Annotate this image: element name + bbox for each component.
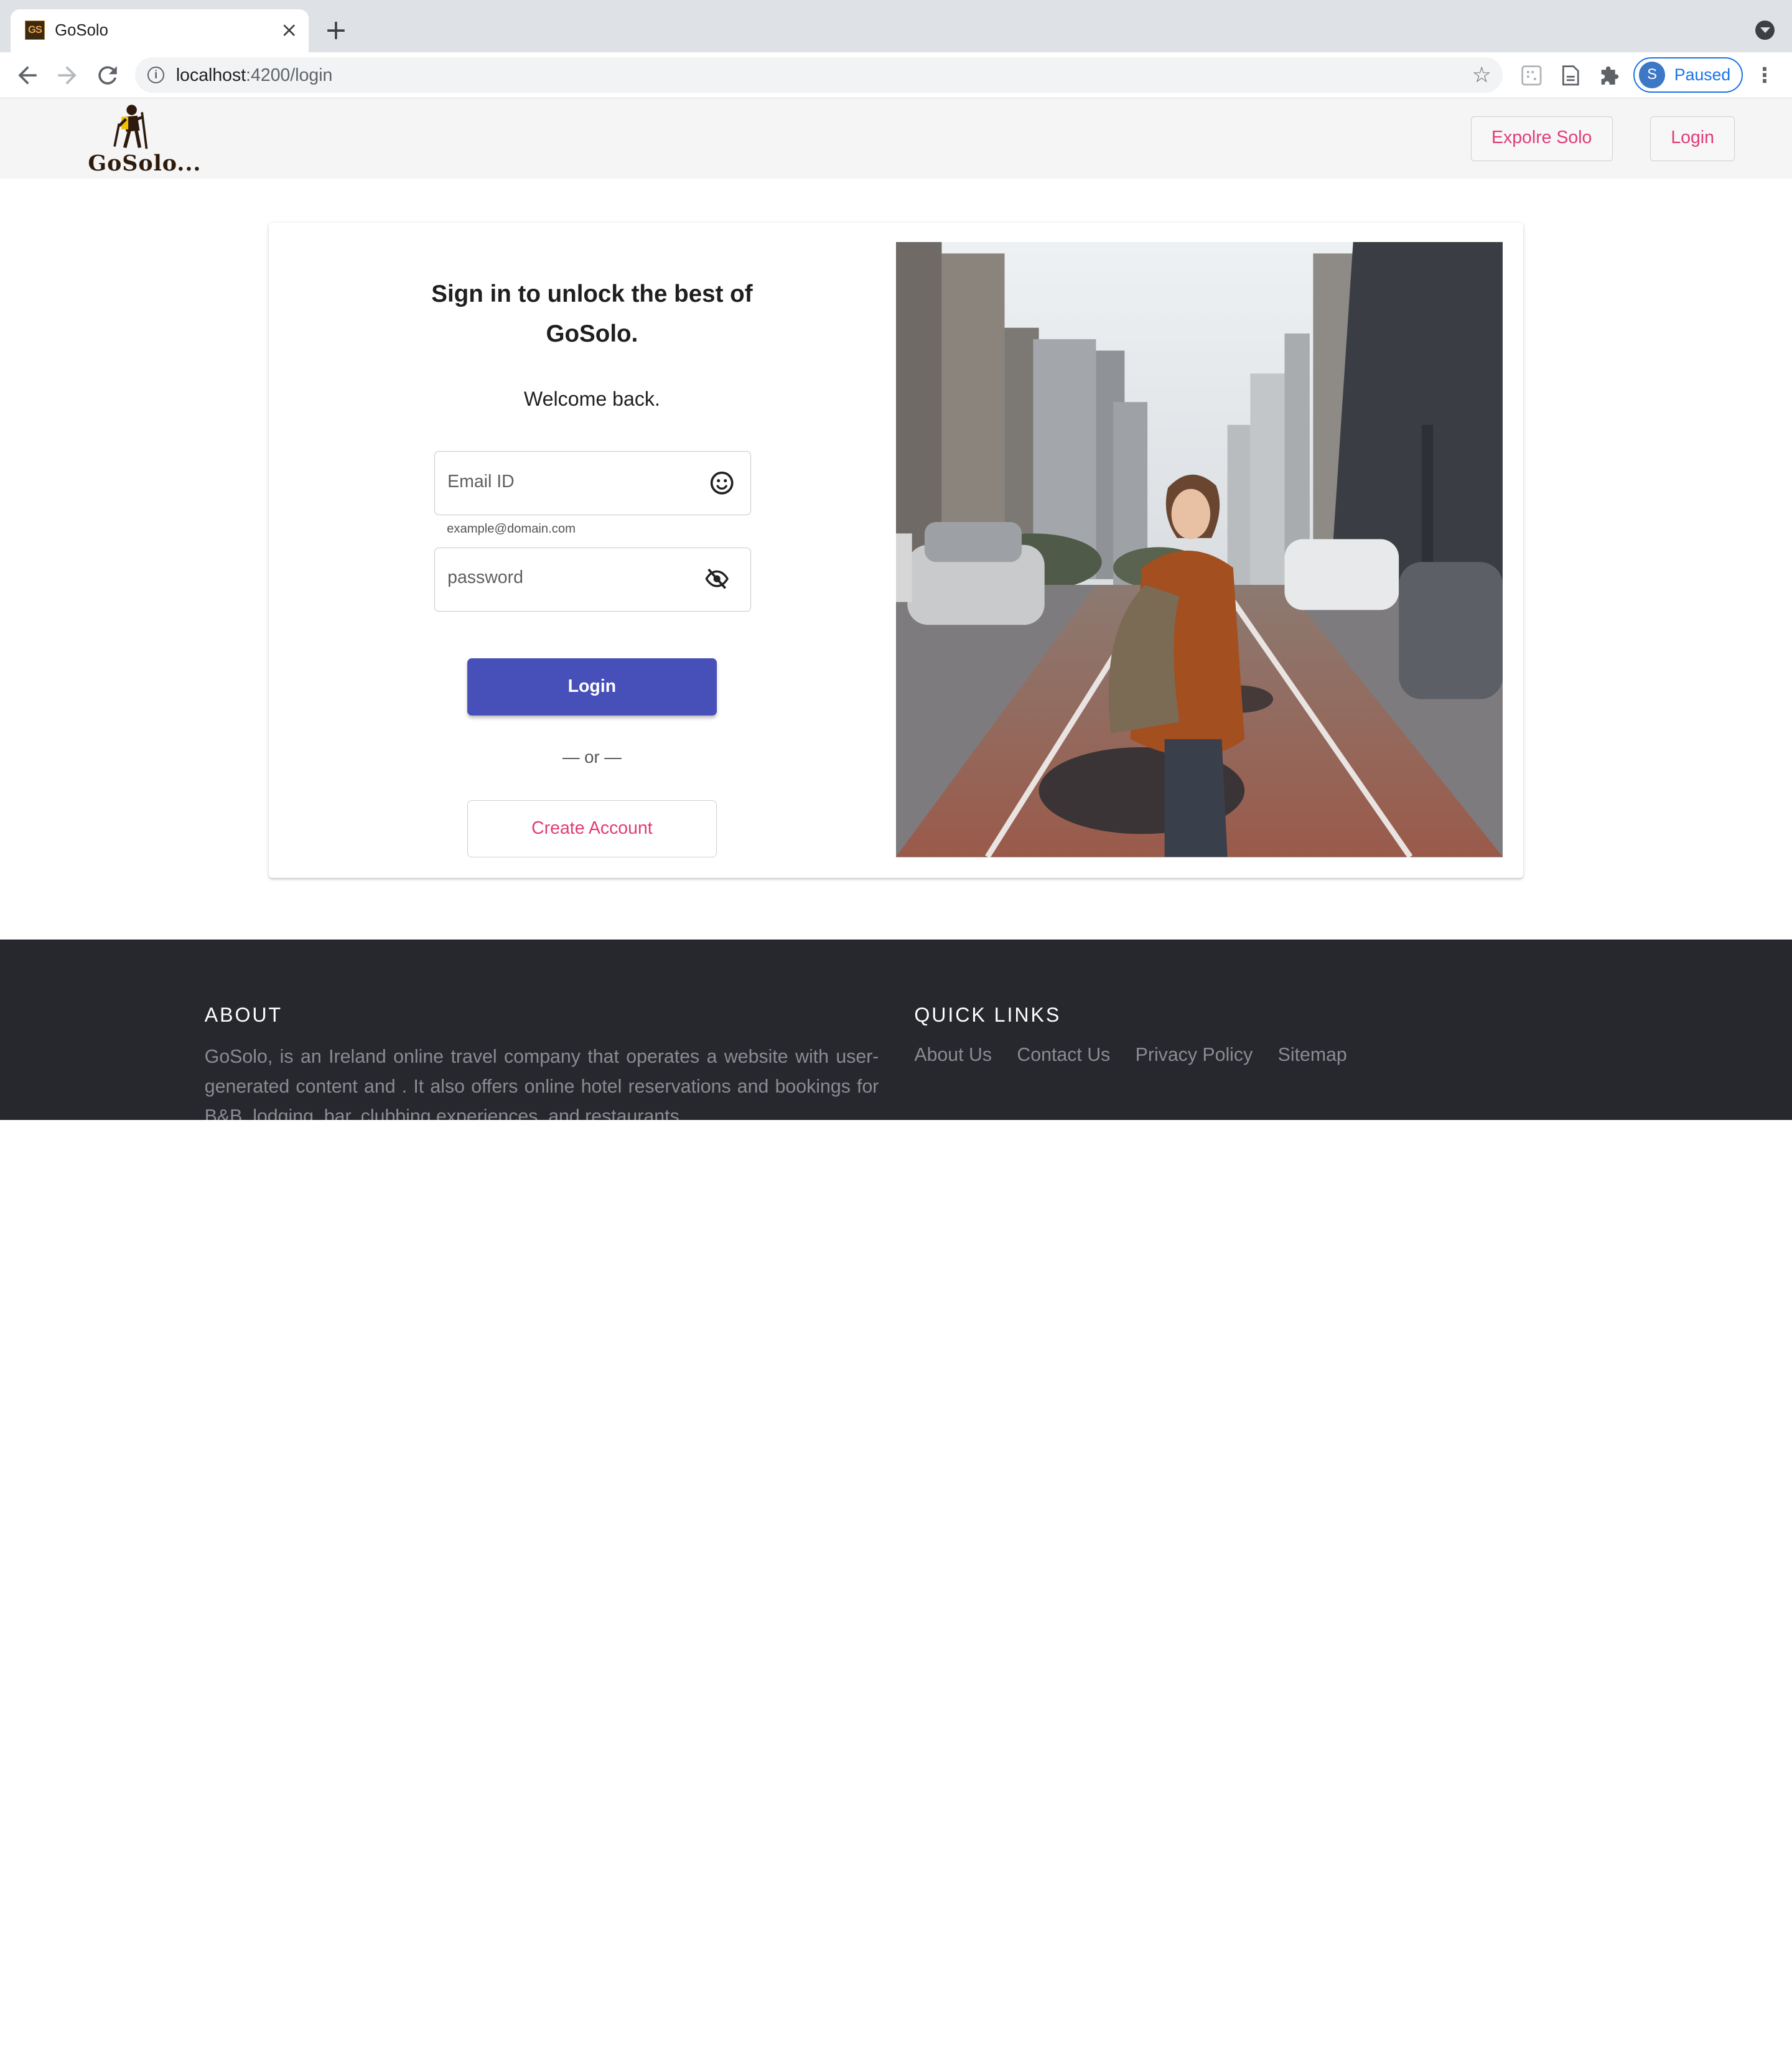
browser-tab[interactable]: GS GoSolo × — [10, 9, 309, 53]
forward-icon[interactable] — [54, 62, 81, 89]
visibility-off-icon[interactable] — [704, 566, 729, 591]
browser-menu-icon[interactable]: ⋮ — [1754, 62, 1775, 89]
email-field[interactable]: Email ID — [434, 451, 751, 516]
bookmark-star-icon[interactable]: ☆ — [1472, 63, 1491, 88]
browser-tab-strip: GS GoSolo × + — [0, 0, 1792, 53]
hiker-icon — [113, 105, 147, 149]
smiley-icon — [709, 470, 734, 495]
site-header: GoSolo... Expolre Solo Login — [0, 98, 1792, 179]
extensions-puzzle-icon[interactable] — [1599, 64, 1622, 87]
login-button[interactable]: Login — [467, 658, 717, 716]
browser-toolbar: i localhost:4200/login ☆ S Paused ⋮ — [0, 52, 1792, 98]
footer-link-contact-us[interactable]: Contact Us — [1017, 1045, 1110, 1066]
or-divider: — or — — [562, 747, 622, 767]
profile-button[interactable]: S Paused — [1633, 57, 1743, 93]
footer-link-privacy-policy[interactable]: Privacy Policy — [1136, 1045, 1253, 1066]
quick-links: About Us Contact Us Privacy Policy Sitem… — [914, 1045, 1372, 1066]
footer-link-about-us[interactable]: About Us — [914, 1045, 992, 1066]
close-tab-icon[interactable]: × — [279, 19, 299, 40]
welcome-text: Welcome back. — [523, 387, 660, 410]
login-heading: Sign in to unlock the best of GoSolo. — [431, 280, 753, 348]
url-host: localhost — [175, 65, 246, 85]
email-hint: example@domain.com — [447, 522, 576, 536]
url-text: localhost:4200/login — [176, 65, 333, 86]
extension-grid-icon[interactable] — [1520, 64, 1543, 87]
traveler-photo — [895, 242, 1503, 857]
logo-text: GoSolo... — [88, 151, 202, 177]
email-placeholder: Email ID — [447, 471, 515, 492]
back-icon[interactable] — [14, 62, 41, 89]
explore-solo-button[interactable]: Expolre Solo — [1470, 116, 1613, 161]
profile-status: Paused — [1674, 65, 1731, 84]
extension-document-icon[interactable] — [1559, 64, 1582, 87]
new-tab-icon[interactable]: + — [324, 17, 348, 44]
password-placeholder: password — [447, 567, 523, 587]
page: GS GoSolo × + i localhost:4200/login ☆ S… — [0, 0, 1792, 1120]
url-path: :4200/login — [246, 65, 333, 85]
favicon-icon: GS — [25, 21, 45, 40]
tab-title: GoSolo — [55, 21, 108, 39]
reload-icon[interactable] — [94, 62, 121, 89]
address-bar[interactable]: i localhost:4200/login ☆ — [134, 57, 1503, 93]
about-text: GoSolo, is an Ireland online travel comp… — [204, 1047, 879, 1120]
quick-links-heading: QUICK LINKS — [914, 1003, 1062, 1026]
header-login-button[interactable]: Login — [1650, 116, 1735, 161]
footer-link-sitemap[interactable]: Sitemap — [1278, 1045, 1347, 1066]
create-account-button[interactable]: Create Account — [467, 800, 717, 857]
site-info-icon[interactable]: i — [147, 66, 165, 84]
about-heading: ABOUT — [204, 1003, 283, 1026]
password-field[interactable]: password — [434, 547, 751, 612]
logo[interactable]: GoSolo... — [87, 101, 201, 176]
site-footer: ABOUT GoSolo, is an Ireland online trave… — [0, 939, 1792, 1120]
avatar: S — [1638, 62, 1666, 88]
tab-search-icon[interactable] — [1755, 21, 1775, 40]
